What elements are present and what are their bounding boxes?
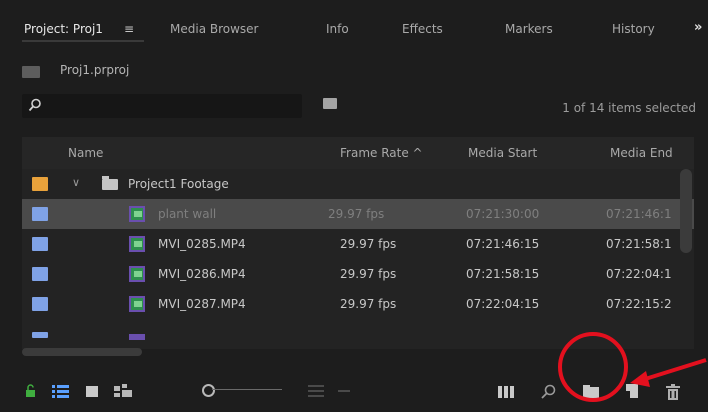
disclosure-triangle-icon[interactable]: ∨ bbox=[72, 176, 80, 189]
annotation-arrow-icon bbox=[630, 358, 707, 387]
search-icon bbox=[28, 98, 41, 112]
tab-effects[interactable]: Effects bbox=[402, 22, 443, 36]
clip-name: MVI_0287.MP4 bbox=[158, 297, 246, 311]
column-header-name[interactable]: Name bbox=[68, 146, 103, 160]
project-file-icon bbox=[22, 66, 40, 78]
tab-media-browser[interactable]: Media Browser bbox=[170, 22, 258, 36]
lock-icon[interactable] bbox=[24, 384, 38, 398]
find-in-bin-icon[interactable] bbox=[323, 98, 337, 109]
media-end: 07:22:04:1 bbox=[606, 267, 672, 281]
active-tab-underline bbox=[22, 40, 144, 42]
column-header-media-start[interactable]: Media Start bbox=[468, 146, 537, 160]
label-color-swatch[interactable] bbox=[32, 237, 48, 251]
horizontal-scrollbar[interactable] bbox=[22, 348, 142, 356]
search-field[interactable] bbox=[22, 94, 302, 118]
zoom-slider-track[interactable] bbox=[212, 389, 282, 390]
annotation-circle bbox=[558, 332, 628, 402]
selection-count: 1 of 14 items selected bbox=[562, 101, 696, 115]
video-clip-icon bbox=[129, 236, 145, 252]
table-row[interactable]: MVI_0287.MP4 29.97 fps 07:22:04:15 07:22… bbox=[22, 289, 694, 319]
video-clip-icon bbox=[129, 206, 145, 222]
table-row[interactable]: MVI_0286.MP4 29.97 fps 07:21:58:15 07:22… bbox=[22, 259, 694, 289]
find-bins-icon[interactable] bbox=[498, 384, 516, 398]
tab-project[interactable]: Project: Proj1 bbox=[24, 22, 103, 36]
automate-to-sequence-icon[interactable] bbox=[338, 384, 350, 398]
project-file-name: Proj1.prproj bbox=[60, 63, 130, 77]
more-panels-icon[interactable]: » bbox=[694, 20, 702, 35]
vertical-scrollbar[interactable] bbox=[680, 169, 692, 253]
frame-rate: 29.97 fps bbox=[328, 207, 385, 221]
find-icon[interactable] bbox=[540, 384, 556, 400]
label-color-swatch[interactable] bbox=[32, 267, 48, 281]
column-header-media-end[interactable]: Media End bbox=[610, 146, 673, 160]
label-color-swatch[interactable] bbox=[32, 332, 48, 338]
list-view-icon[interactable] bbox=[52, 384, 70, 398]
media-start: 07:22:04:15 bbox=[466, 297, 540, 311]
clip-name: MVI_0285.MP4 bbox=[158, 237, 246, 251]
clip-name: plant wall bbox=[158, 207, 217, 221]
frame-rate: 29.97 fps bbox=[340, 267, 397, 281]
tab-info[interactable]: Info bbox=[326, 22, 349, 36]
freeform-view-icon[interactable] bbox=[114, 384, 134, 398]
tab-history[interactable]: History bbox=[612, 22, 655, 36]
icon-view-icon[interactable] bbox=[86, 386, 98, 397]
label-color-swatch[interactable] bbox=[32, 177, 48, 191]
media-start: 07:21:46:15 bbox=[466, 237, 540, 251]
frame-rate: 29.97 fps bbox=[340, 237, 397, 251]
video-clip-icon bbox=[129, 266, 145, 282]
label-color-swatch[interactable] bbox=[32, 207, 48, 221]
label-color-swatch[interactable] bbox=[32, 297, 48, 311]
video-clip-icon bbox=[129, 334, 145, 340]
column-header-frame-rate[interactable]: Frame Rate ^ bbox=[340, 146, 423, 160]
media-end: 07:21:46:1 bbox=[606, 207, 672, 221]
zoom-slider-handle[interactable] bbox=[202, 384, 215, 397]
panel-tab-bar: Project: Proj1 ≡ Media Browser Info Effe… bbox=[0, 0, 708, 42]
folder-name: Project1 Footage bbox=[128, 177, 229, 191]
project-item-list: Name Frame Rate ^ Media Start Media End … bbox=[22, 137, 694, 349]
column-header-row: Name Frame Rate ^ Media Start Media End bbox=[22, 137, 694, 169]
sort-icon[interactable] bbox=[308, 384, 324, 398]
table-row[interactable]: MVI_0285.MP4 29.97 fps 07:21:46:15 07:21… bbox=[22, 229, 694, 259]
video-clip-icon bbox=[129, 296, 145, 312]
panel-menu-icon[interactable]: ≡ bbox=[124, 22, 134, 36]
media-start: 07:21:30:00 bbox=[466, 207, 540, 221]
media-end: 07:21:58:1 bbox=[606, 237, 672, 251]
media-start: 07:21:58:15 bbox=[466, 267, 540, 281]
tab-markers[interactable]: Markers bbox=[505, 22, 553, 36]
folder-row[interactable]: ∨ Project1 Footage bbox=[22, 169, 694, 199]
table-row[interactable]: plant wall 29.97 fps 07:21:30:00 07:21:4… bbox=[22, 199, 694, 229]
media-end: 07:22:15:2 bbox=[606, 297, 672, 311]
frame-rate: 29.97 fps bbox=[340, 297, 397, 311]
bin-folder-icon bbox=[102, 176, 118, 190]
clip-name: MVI_0286.MP4 bbox=[158, 267, 246, 281]
